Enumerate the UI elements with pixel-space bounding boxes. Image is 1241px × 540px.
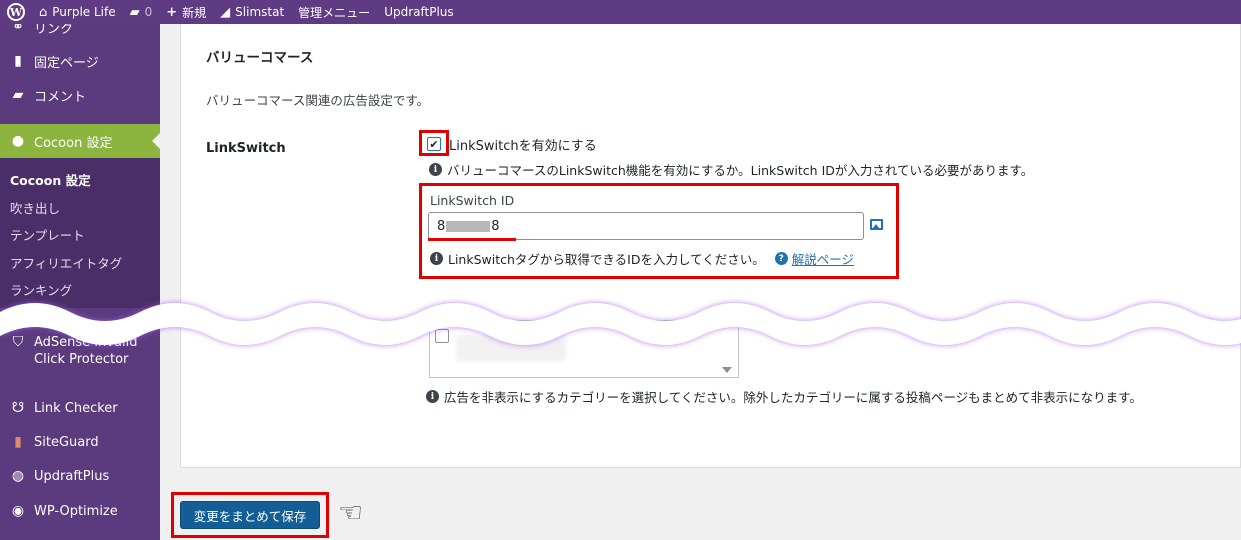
- linkswitch-id-label: LinkSwitch ID: [430, 193, 515, 208]
- siteguard-icon: ▮: [14, 434, 22, 450]
- admin-menu-label: 管理メニュー: [298, 5, 371, 20]
- id-value-end: 8: [491, 218, 500, 234]
- chart-icon: ◢: [220, 4, 231, 20]
- menu-label-comments: コメント: [34, 89, 87, 105]
- image-icon[interactable]: [870, 219, 883, 230]
- help-page-link[interactable]: 解説ページ: [792, 249, 854, 268]
- menu-label-cocoon: Cocoon 設定: [34, 135, 113, 151]
- submenu-item-cocoon[interactable]: Cocoon 設定: [10, 170, 91, 189]
- menu-item-siteguard[interactable]: ▮ SiteGuard: [0, 431, 160, 453]
- admin-sidebar: ⚭ リンク ▮ 固定ページ ▰ コメント ● Cocoon 設定 Cocoon …: [0, 19, 160, 540]
- home-icon: ⌂: [39, 4, 48, 20]
- id-value-redacted: [446, 220, 491, 232]
- settings-panel: バリューコマース バリューコマース関連の広告設定です。 LinkSwitch ✔…: [180, 24, 1241, 468]
- new-content-link[interactable]: + 新規: [159, 0, 213, 24]
- checkbox-help: i バリューコマースのLinkSwitch機能を有効にするか。LinkSwitc…: [429, 160, 1033, 179]
- save-all-button[interactable]: 変更をまとめて保存: [180, 501, 320, 529]
- linkswitch-id-input[interactable]: 8 8: [428, 212, 864, 240]
- comment-icon: ▰: [129, 4, 140, 20]
- admin-menu-link[interactable]: 管理メニュー: [291, 0, 377, 24]
- scroll-down-arrow-icon[interactable]: [722, 367, 732, 373]
- page-icon: ▮: [14, 53, 22, 69]
- site-name: Purple Life: [52, 5, 116, 19]
- menu-label-pages: 固定ページ: [34, 55, 99, 71]
- checkbox-help-text: バリューコマースのLinkSwitch機能を有効にするか。LinkSwitch …: [447, 163, 1034, 178]
- section-description: バリューコマース関連の広告設定です。: [206, 93, 430, 108]
- plus-icon: +: [166, 4, 178, 20]
- question-icon: ?: [774, 252, 788, 265]
- menu-label-siteguard: SiteGuard: [34, 434, 99, 450]
- slimstat-link[interactable]: ◢ Slimstat: [213, 0, 291, 24]
- linkswitch-row-label: LinkSwitch: [206, 141, 286, 156]
- id-value-start: 8: [437, 218, 446, 234]
- info-icon: i: [429, 163, 442, 176]
- new-label: 新規: [182, 5, 207, 20]
- updraftplus-link[interactable]: UpdraftPlus: [377, 0, 460, 24]
- category-help: i 広告を非表示にするカテゴリーを選択してください。除外したカテゴリーに属する投…: [426, 387, 1142, 406]
- updraft-icon: ◍: [11, 468, 25, 484]
- comments-link[interactable]: ▰ 0: [123, 0, 160, 24]
- submenu-item-affiliate[interactable]: アフィリエイトタグ: [10, 253, 122, 272]
- link-checker-icon: ☋: [11, 400, 25, 416]
- admin-bar: W ⌂ Purple Life ▰ 0 + 新規 ◢ Slimstat 管理メニ…: [0, 0, 1241, 24]
- menu-label-updraftplus: UpdraftPlus: [34, 468, 110, 484]
- menu-item-updraftplus[interactable]: ◍ UpdraftPlus: [0, 465, 160, 487]
- linkswitch-enable-checkbox[interactable]: ✔: [427, 137, 441, 151]
- menu-item-cocoon[interactable]: ● Cocoon 設定: [0, 124, 160, 158]
- wordpress-logo-button[interactable]: W: [0, 0, 32, 24]
- checkbox-highlight: ✔: [419, 130, 449, 156]
- linkswitch-id-highlight: LinkSwitch ID 8 8 i LinkSwitchタグから取得できるI…: [419, 183, 899, 279]
- main-content: バリューコマース バリューコマース関連の広告設定です。 LinkSwitch ✔…: [160, 24, 1241, 540]
- section-title: バリューコマース: [206, 50, 314, 66]
- submenu-item-template[interactable]: テンプレート: [10, 225, 85, 244]
- category-help-text: 広告を非表示にするカテゴリーを選択してください。除外したカテゴリーに属する投稿ペ…: [444, 390, 1142, 405]
- submenu-item-balloon[interactable]: 吹き出し: [10, 198, 60, 217]
- menu-item-wp-optimize[interactable]: ◉ WP-Optimize: [0, 500, 160, 522]
- slimstat-label: Slimstat: [235, 5, 285, 19]
- hand-pointer-icon: ☜: [338, 496, 364, 529]
- optimize-icon: ◉: [11, 503, 25, 519]
- save-highlight: 変更をまとめて保存: [171, 492, 329, 538]
- id-underline-mark: [428, 238, 516, 241]
- info-icon: i: [426, 390, 439, 403]
- linkswitch-id-help: i LinkSwitchタグから取得できるIDを入力してください。 ? 解説ペー…: [430, 249, 854, 268]
- menu-item-pages[interactable]: ▮ 固定ページ: [0, 50, 160, 72]
- menu-label-wp-optimize: WP-Optimize: [34, 503, 118, 519]
- wordpress-icon: W: [7, 3, 25, 21]
- menu-item-link-checker[interactable]: ☋ Link Checker: [0, 397, 160, 419]
- menu-item-comments[interactable]: ▰ コメント: [0, 84, 160, 106]
- wave-divider: [0, 303, 1241, 345]
- updraftplus-label: UpdraftPlus: [384, 5, 454, 19]
- comments-count: 0: [144, 5, 153, 19]
- info-icon: i: [430, 252, 443, 265]
- linkswitch-enable-label[interactable]: LinkSwitchを有効にする: [449, 135, 597, 154]
- id-help-text: LinkSwitchタグから取得できるIDを入力してください。: [448, 252, 765, 267]
- menu-label-link-checker: Link Checker: [34, 400, 118, 416]
- circle-icon: ●: [11, 133, 25, 149]
- site-name-link[interactable]: ⌂ Purple Life: [32, 0, 123, 24]
- comment-icon: ▰: [12, 87, 24, 103]
